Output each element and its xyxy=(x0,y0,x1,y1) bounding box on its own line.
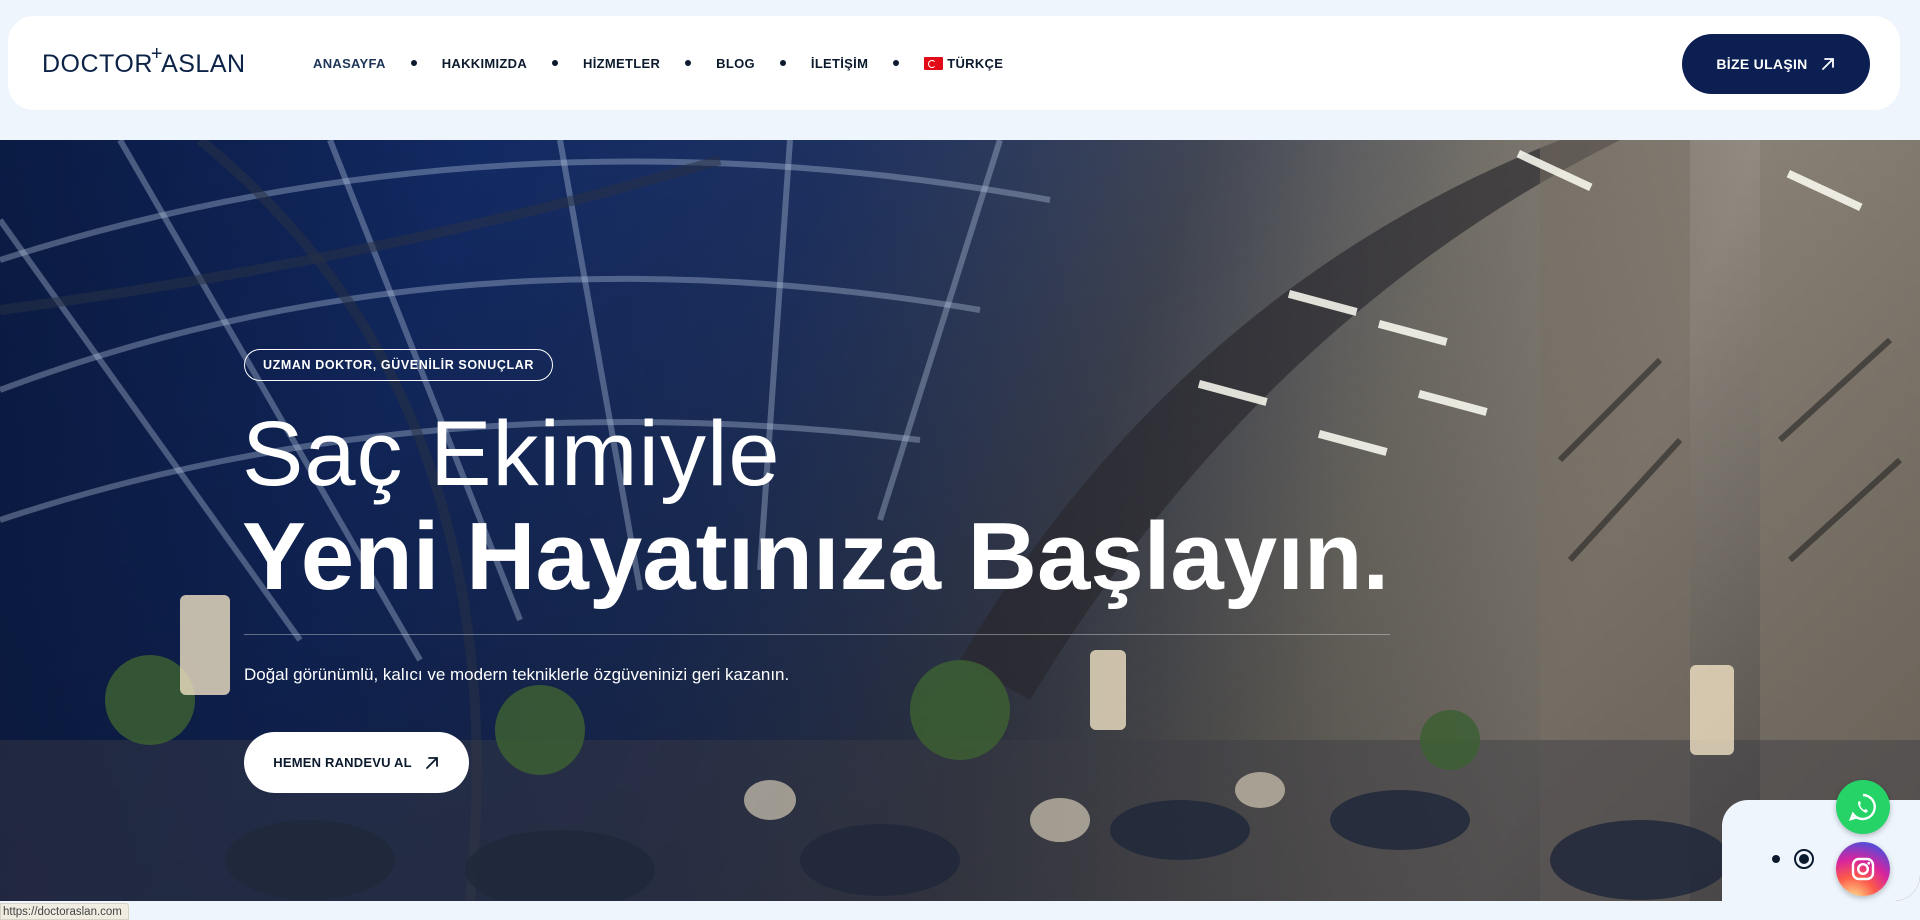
instagram-button[interactable] xyxy=(1836,842,1890,896)
slide-dot-1[interactable] xyxy=(1772,855,1780,863)
nav-separator xyxy=(779,60,786,66)
arrow-up-right-icon xyxy=(1821,58,1834,70)
slide-dot-2-active[interactable] xyxy=(1794,849,1814,869)
site-header: DOCTOR + ASLAN ANASAYFA HAKKIMIZDA HİZME… xyxy=(8,16,1900,110)
arrow-up-right-icon xyxy=(425,756,438,769)
appointment-button[interactable]: HEMEN RANDEVU AL xyxy=(244,732,469,793)
whatsapp-button[interactable] xyxy=(1836,780,1890,834)
nav-separator xyxy=(410,60,417,66)
turkey-flag-icon xyxy=(924,56,944,70)
browser-status-url: https://doctoraslan.com xyxy=(0,903,129,920)
instagram-icon xyxy=(1851,857,1875,881)
main-nav: ANASAYFA HAKKIMIZDA HİZMETLER BLOG İLETİ… xyxy=(313,16,1003,110)
hero-banner: UZMAN DOKTOR, GÜVENİLİR SONUÇLAR Saç Eki… xyxy=(0,140,1920,901)
nav-item-blog[interactable]: BLOG xyxy=(716,56,755,71)
contact-button-label: BİZE ULAŞIN xyxy=(1716,56,1808,72)
logo-text-left: DOCTOR xyxy=(42,49,153,78)
slider-corner xyxy=(1722,800,1920,901)
nav-item-hizmetler[interactable]: HİZMETLER xyxy=(583,56,660,71)
logo-text-right: ASLAN xyxy=(161,49,246,78)
contact-button[interactable]: BİZE ULAŞIN xyxy=(1682,34,1870,94)
hero-title-line1: Saç Ekimiyle xyxy=(242,403,781,505)
hero-divider xyxy=(244,634,1390,635)
nav-separator xyxy=(893,60,900,66)
nav-item-hakkimizda[interactable]: HAKKIMIZDA xyxy=(442,56,527,71)
language-selector[interactable]: TÜRKÇE xyxy=(924,56,1003,71)
nav-separator xyxy=(552,60,559,66)
nav-separator xyxy=(685,60,692,66)
nav-item-iletisim[interactable]: İLETİŞİM xyxy=(811,56,868,71)
hero-badge: UZMAN DOKTOR, GÜVENİLİR SONUÇLAR xyxy=(244,349,554,381)
logo-plus-icon: + xyxy=(150,42,164,65)
appointment-button-label: HEMEN RANDEVU AL xyxy=(273,755,412,770)
hero-subtitle: Doğal görünümlü, kalıcı ve modern teknik… xyxy=(244,665,790,684)
slider-pagination xyxy=(1772,849,1814,869)
hero-title-line2: Yeni Hayatınıza Başlayın. xyxy=(242,503,1390,610)
nav-item-anasayfa[interactable]: ANASAYFA xyxy=(313,56,386,71)
language-label: TÜRKÇE xyxy=(947,55,1004,71)
whatsapp-icon xyxy=(1848,793,1876,821)
site-logo[interactable]: DOCTOR + ASLAN xyxy=(42,42,246,84)
